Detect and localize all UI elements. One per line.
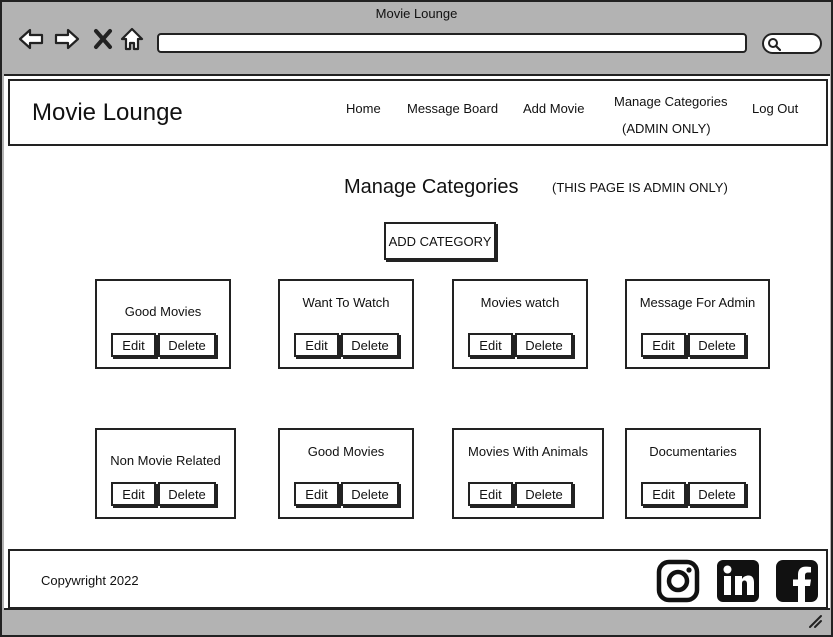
category-name: Good Movies: [124, 304, 202, 319]
delete-button[interactable]: Delete: [341, 333, 399, 357]
close-icon[interactable]: [88, 24, 118, 54]
category-card: Documentaries Edit Delete: [625, 428, 761, 519]
category-card: Movies With Animals Edit Delete: [452, 428, 604, 519]
category-name: Non Movie Related: [110, 453, 221, 468]
delete-button[interactable]: Delete: [158, 482, 216, 506]
admin-only-note: (THIS PAGE IS ADMIN ONLY): [552, 180, 728, 195]
linkedin-icon[interactable]: [716, 559, 760, 603]
category-name: Want To Watch: [302, 295, 390, 310]
category-name: Movies With Animals: [468, 444, 588, 459]
edit-button[interactable]: Edit: [111, 333, 156, 357]
instagram-icon[interactable]: [656, 559, 700, 603]
site-header: Movie Lounge Home Message Board Add Movi…: [8, 79, 828, 146]
brand-logo-text[interactable]: Movie Lounge: [32, 99, 183, 127]
delete-button[interactable]: Delete: [688, 333, 746, 357]
forward-icon[interactable]: [52, 24, 82, 54]
back-icon[interactable]: [16, 24, 46, 54]
site-footer: Copywright 2022: [8, 549, 828, 609]
home-icon[interactable]: [117, 24, 147, 54]
category-card: Message For Admin Edit Delete: [625, 279, 770, 369]
add-category-button[interactable]: ADD CATEGORY: [384, 222, 496, 260]
delete-button[interactable]: Delete: [515, 482, 573, 506]
delete-button[interactable]: Delete: [341, 482, 399, 506]
edit-button[interactable]: Edit: [468, 333, 513, 357]
edit-button[interactable]: Edit: [294, 333, 339, 357]
browser-window: Movie Lounge Movie Lounge Home Message B…: [0, 0, 833, 637]
resize-grip-icon[interactable]: [807, 613, 823, 629]
nav-log-out[interactable]: Log Out: [752, 101, 798, 116]
edit-button[interactable]: Edit: [111, 482, 156, 506]
edit-button[interactable]: Edit: [468, 482, 513, 506]
delete-button[interactable]: Delete: [158, 333, 216, 357]
nav-add-movie[interactable]: Add Movie: [523, 101, 584, 116]
facebook-icon[interactable]: [775, 559, 819, 603]
url-bar[interactable]: [157, 33, 747, 53]
delete-button[interactable]: Delete: [515, 333, 573, 357]
category-name: Movies watch: [480, 295, 560, 310]
category-name: Message For Admin: [639, 295, 756, 310]
page-title: Manage Categories: [344, 176, 519, 198]
nav-home[interactable]: Home: [346, 101, 381, 116]
category-name: Good Movies: [307, 444, 385, 459]
page-viewport: Movie Lounge Home Message Board Add Movi…: [4, 74, 830, 610]
category-card: Good Movies Edit Delete: [278, 428, 414, 519]
nav-manage-categories[interactable]: Manage Categories: [614, 94, 727, 109]
window-title: Movie Lounge: [375, 6, 458, 21]
category-card: Movies watch Edit Delete: [452, 279, 588, 369]
delete-button[interactable]: Delete: [688, 482, 746, 506]
category-card: Non Movie Related Edit Delete: [95, 428, 236, 519]
category-card: Want To Watch Edit Delete: [278, 279, 414, 369]
browser-search-field[interactable]: [762, 33, 822, 54]
nav-message-board[interactable]: Message Board: [407, 101, 498, 116]
edit-button[interactable]: Edit: [641, 482, 686, 506]
category-card: Good Movies Edit Delete: [95, 279, 231, 369]
copyright-text: Copywright 2022: [41, 573, 139, 588]
category-name: Documentaries: [649, 444, 737, 459]
nav-admin-only-note: (ADMIN ONLY): [622, 121, 711, 136]
edit-button[interactable]: Edit: [294, 482, 339, 506]
search-icon: [768, 38, 781, 51]
edit-button[interactable]: Edit: [641, 333, 686, 357]
